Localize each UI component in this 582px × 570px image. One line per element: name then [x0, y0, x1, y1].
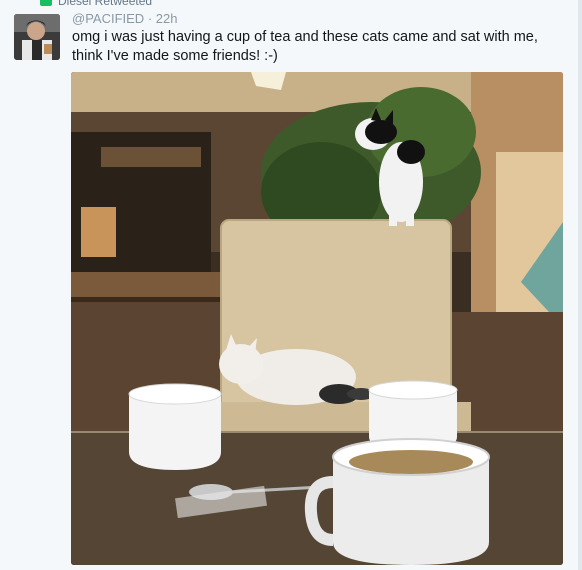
retweet-context: Diesel Retweeted: [40, 0, 152, 8]
tweet-handle[interactable]: @PACIFIED: [72, 11, 144, 26]
retweet-label[interactable]: Diesel Retweeted: [58, 0, 152, 8]
tweet-separator: ·: [147, 11, 153, 26]
avatar[interactable]: [14, 14, 60, 60]
timeline-border: [578, 0, 582, 570]
tweet-photo[interactable]: [71, 72, 563, 565]
tweet-text: omg i was just having a cup of tea and t…: [72, 29, 538, 64]
tweet-header: @PACIFIED · 22h: [72, 11, 177, 26]
tweet-time[interactable]: 22h: [156, 11, 178, 26]
retweet-icon: [40, 0, 52, 6]
